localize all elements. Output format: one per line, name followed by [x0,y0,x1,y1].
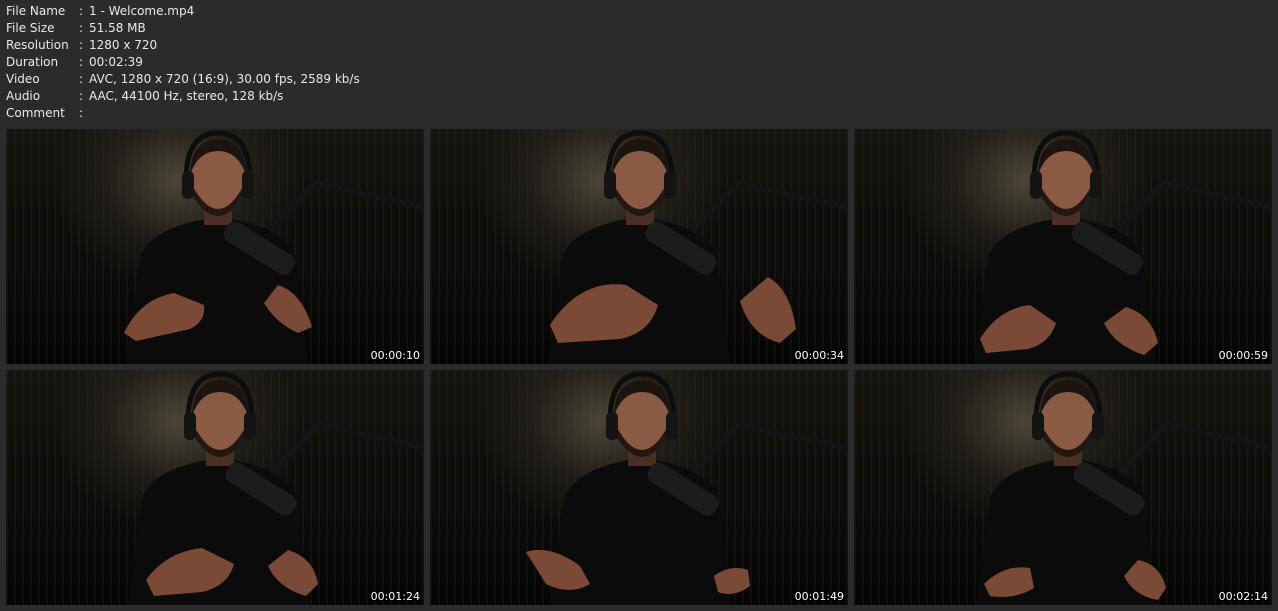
info-key: File Name [6,4,66,18]
info-key: File Size [6,21,55,35]
info-row-resolution: Resolution : 1280 x 720 [6,37,360,54]
thumbnail-timestamp: 00:01:49 [794,590,844,603]
info-value: 00:02:39 [89,55,143,69]
video-thumbnail: 00:00:59 [854,129,1272,364]
video-frame-image [124,130,424,364]
info-key: Resolution [6,38,69,52]
thumbnail-timestamp: 00:02:14 [1218,590,1268,603]
info-separator: : [79,89,84,103]
video-frame-image [974,130,1272,364]
thumbnail-timestamp: 00:00:10 [370,349,420,362]
info-row-duration: Duration : 00:02:39 [6,54,360,71]
info-value: AAC, 44100 Hz, stereo, 128 kb/s [89,89,284,103]
video-thumbnail: 00:00:34 [430,129,848,364]
info-key: Duration [6,55,59,69]
info-value: 1 - Welcome.mp4 [89,4,195,18]
info-separator: : [79,21,84,35]
info-value: AVC, 1280 x 720 (16:9), 30.00 fps, 2589 … [89,72,360,86]
thumbnail-timestamp: 00:00:34 [794,349,844,362]
info-row-comment: Comment : [6,105,360,122]
video-thumbnail: 00:02:14 [854,370,1272,605]
info-separator: : [79,4,84,18]
video-frame-image [976,371,1272,605]
thumbnail-grid: 00:00:10 00:00:34 00:00:59 00:01:24 00:0… [6,129,1272,605]
video-frame-image [128,371,424,605]
info-separator: : [79,72,84,86]
info-value: 1280 x 720 [89,38,158,52]
info-separator: : [79,106,84,120]
info-row-file-name: File Name : 1 - Welcome.mp4 [6,3,360,20]
info-separator: : [79,38,84,52]
info-row-audio: Audio : AAC, 44100 Hz, stereo, 128 kb/s [6,88,360,105]
info-key: Comment [6,106,65,120]
info-key: Audio [6,89,41,103]
video-thumbnail: 00:01:24 [6,370,424,605]
thumbnail-timestamp: 00:00:59 [1218,349,1268,362]
file-info-panel: File Name : 1 - Welcome.mp4 File Size : … [6,3,360,122]
video-thumbnail: 00:00:10 [6,129,424,364]
info-row-video: Video : AVC, 1280 x 720 (16:9), 30.00 fp… [6,71,360,88]
video-frame-image [526,371,848,605]
video-frame-image [548,130,848,364]
info-key: Video [6,72,40,86]
video-thumbnail: 00:01:49 [430,370,848,605]
info-value: 51.58 MB [89,21,146,35]
info-row-file-size: File Size : 51.58 MB [6,20,360,37]
thumbnail-timestamp: 00:01:24 [370,590,420,603]
info-separator: : [79,55,84,69]
